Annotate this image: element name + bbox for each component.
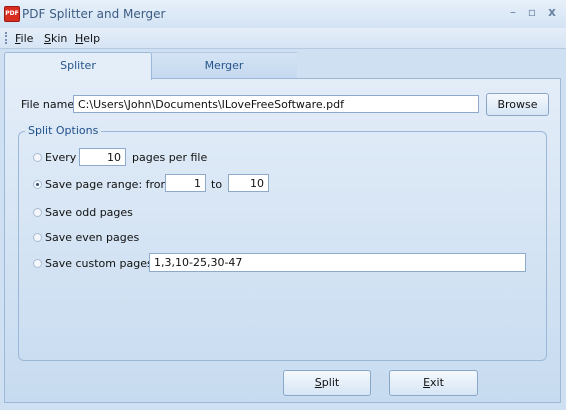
even-pages-label: Save even pages bbox=[45, 231, 140, 244]
odd-pages-label: Save odd pages bbox=[45, 206, 133, 219]
custom-pages-input[interactable]: 1,3,10-25,30-47 bbox=[149, 253, 526, 272]
split-options-title: Split Options bbox=[25, 124, 102, 137]
menu-help[interactable]: Help bbox=[75, 32, 100, 45]
menu-bar: File Skin Help bbox=[0, 28, 566, 49]
every-pages-input[interactable]: 10 bbox=[79, 148, 126, 166]
custom-pages-radio[interactable] bbox=[33, 259, 42, 268]
file-name-input[interactable]: C:\Users\John\Documents\ILoveFreeSoftwar… bbox=[73, 95, 479, 113]
page-range-radio[interactable] bbox=[33, 180, 42, 189]
menu-skin[interactable]: Skin bbox=[44, 32, 67, 45]
browse-button[interactable]: Browse bbox=[486, 93, 549, 116]
close-icon[interactable]: x bbox=[545, 5, 559, 19]
even-pages-radio[interactable] bbox=[33, 233, 42, 242]
every-suffix-label: pages per file bbox=[132, 151, 208, 164]
range-to-input[interactable]: 10 bbox=[228, 174, 269, 192]
every-radio[interactable] bbox=[33, 153, 42, 162]
pdf-app-icon: PDF bbox=[4, 6, 20, 22]
odd-pages-radio[interactable] bbox=[33, 208, 42, 217]
file-name-label: File name: bbox=[21, 98, 78, 111]
page-range-label: Save page range: from bbox=[45, 178, 172, 191]
menu-file[interactable]: File bbox=[15, 32, 33, 45]
app-window: PDF PDF Splitter and Merger – ▫ x File S… bbox=[0, 0, 566, 410]
tab-splitter[interactable]: Spliter bbox=[4, 52, 152, 80]
maximize-icon[interactable]: ▫ bbox=[525, 5, 539, 19]
custom-pages-label: Save custom pages: bbox=[45, 257, 157, 270]
exit-button[interactable]: Exit bbox=[389, 370, 478, 396]
range-from-input[interactable]: 1 bbox=[165, 174, 206, 192]
range-to-label: to bbox=[211, 178, 223, 191]
every-label: Every bbox=[45, 151, 77, 164]
splitter-panel: File name: C:\Users\John\Documents\ILove… bbox=[4, 78, 561, 403]
window-title: PDF Splitter and Merger bbox=[22, 7, 166, 21]
tab-merger[interactable]: Merger bbox=[151, 52, 297, 79]
menu-grip-icon bbox=[5, 32, 9, 44]
minimize-icon[interactable]: – bbox=[506, 5, 520, 19]
split-button[interactable]: Split bbox=[283, 370, 371, 396]
title-bar[interactable]: PDF PDF Splitter and Merger – ▫ x bbox=[0, 0, 566, 28]
